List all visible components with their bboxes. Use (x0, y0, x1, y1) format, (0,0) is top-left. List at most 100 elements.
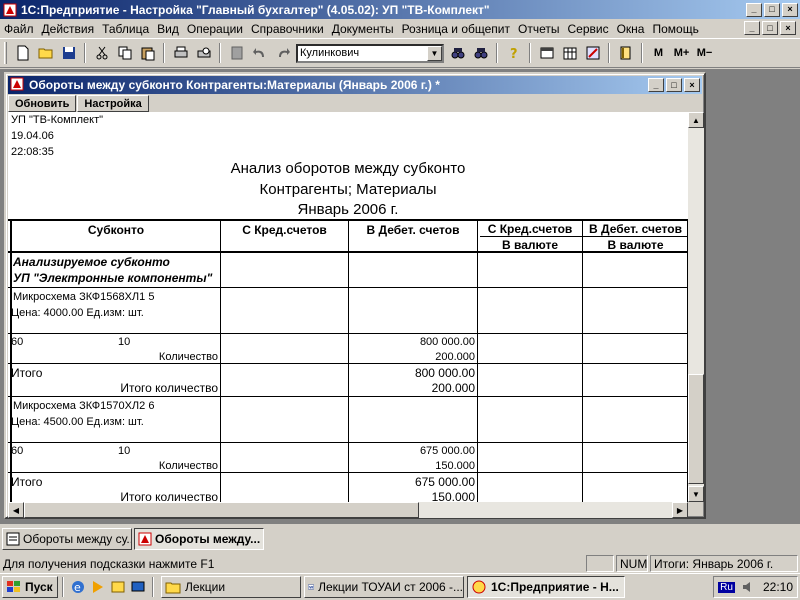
language-indicator[interactable]: Ru (718, 581, 735, 593)
menu-file[interactable]: Файл (0, 22, 38, 36)
close-button[interactable]: × (782, 2, 798, 17)
menu-bar: Файл Действия Таблица Вид Операции Справ… (0, 19, 800, 38)
report-sheet[interactable]: УП "ТВ-Комплект" 19.04.06 22:08:35 Анали… (8, 112, 688, 502)
calc-icon[interactable] (225, 42, 248, 64)
open-folder-icon[interactable] (34, 42, 57, 64)
undo-icon[interactable] (248, 42, 271, 64)
window-tab-2-label: Обороты между... (155, 532, 261, 546)
item-2-price: Цена: 4500.00 Ед.изм: шт. (11, 416, 144, 428)
new-document-icon[interactable] (11, 42, 34, 64)
report-date: 19.04.06 (11, 130, 54, 142)
scroll-down-icon[interactable]: ▼ (688, 486, 704, 502)
user-select[interactable]: Кулинкович ▼ (296, 43, 444, 63)
report-maximize-button[interactable]: □ (666, 78, 682, 92)
accounts-icon[interactable] (581, 42, 604, 64)
scroll-up-icon[interactable]: ▲ (688, 112, 704, 128)
memory-plus-button[interactable]: M+ (670, 42, 693, 64)
calculator-icon[interactable] (535, 42, 558, 64)
paste-icon[interactable] (136, 42, 159, 64)
start-button[interactable]: Пуск (2, 576, 58, 598)
copy-icon[interactable] (113, 42, 136, 64)
item-1-amount: 800 000.00 (419, 336, 475, 348)
taskbar-item-word[interactable]: W Лекции ТОУАИ ст 2006 -... (304, 576, 464, 598)
item-1-price: Цена: 4000.00 Ед.изм: шт. (11, 307, 144, 319)
col-cr-accounts: С Кред.счетов (242, 223, 327, 237)
menu-table[interactable]: Таблица (98, 22, 153, 36)
app-title: 1С:Предприятие - Настройка "Главный бухг… (21, 2, 490, 17)
menu-operations[interactable]: Операции (183, 22, 247, 36)
ie-icon[interactable]: e (68, 577, 88, 597)
report-window-title-bar: Обороты между субконто Контрагенты:Матер… (8, 76, 702, 94)
menu-actions[interactable]: Действия (38, 22, 99, 36)
menu-help[interactable]: Помощь (648, 22, 702, 36)
item-1-total-qty: 200.000 (431, 381, 475, 395)
item-2-amount: 675 000.00 (419, 445, 475, 457)
chevron-down-icon[interactable]: ▼ (427, 45, 442, 61)
item-2-total-amount: 675 000.00 (414, 475, 475, 489)
child-restore-button[interactable]: □ (762, 21, 778, 35)
item-2-name: Микросхема ЗКФ1570ХЛ2 6 (13, 400, 155, 412)
report-time: 22:08:35 (11, 146, 54, 158)
menu-references[interactable]: Справочники (247, 22, 328, 36)
media-player-icon[interactable] (88, 577, 108, 597)
menu-retail[interactable]: Розница и общепит (398, 22, 514, 36)
window-tab-1[interactable]: Обороты между су... (2, 528, 132, 550)
vertical-scroll-thumb[interactable] (688, 374, 704, 484)
taskbar-item-word-label: Лекции ТОУАИ ст 2006 -... (318, 580, 463, 594)
report-icon (10, 77, 26, 93)
item-1-total-qty-label: Итого количество (120, 381, 218, 395)
save-icon[interactable] (57, 42, 80, 64)
find-icon[interactable] (446, 42, 469, 64)
maximize-button[interactable]: □ (764, 2, 780, 17)
status-hint: Для получения подсказки нажмите F1 (3, 556, 215, 571)
print-preview-icon[interactable] (192, 42, 215, 64)
taskbar-item-1c[interactable]: 1С:Предприятие - Н... (467, 576, 625, 598)
book-icon[interactable] (614, 42, 637, 64)
report-minimize-button[interactable]: _ (648, 78, 664, 92)
window-tab-2[interactable]: Обороты между... (134, 528, 264, 550)
item-1-total-amount: 800 000.00 (414, 366, 475, 380)
memory-button[interactable]: M (647, 42, 670, 64)
item-1-qty-label: Количество (158, 351, 218, 363)
redo-icon[interactable] (271, 42, 294, 64)
minimize-button[interactable]: _ (746, 2, 762, 17)
cut-icon[interactable] (90, 42, 113, 64)
refresh-button[interactable]: Обновить (8, 95, 77, 112)
find-next-icon[interactable] (469, 42, 492, 64)
main-toolbar: Кулинкович ▼ ? M M+ M− (0, 38, 800, 68)
volume-icon[interactable] (741, 580, 755, 594)
horizontal-scrollbar[interactable]: ◀ ▶ (8, 502, 688, 518)
menu-reports[interactable]: Отчеты (514, 22, 563, 36)
report-org: УП "ТВ-Комплект" (11, 114, 104, 126)
calendar-icon[interactable] (558, 42, 581, 64)
horizontal-scroll-thumb[interactable] (24, 502, 419, 518)
report-close-button[interactable]: × (684, 78, 700, 92)
outlook-icon[interactable] (108, 577, 128, 597)
window-tab-1-label: Обороты между су... (23, 532, 132, 546)
scroll-left-icon[interactable]: ◀ (8, 502, 24, 518)
child-minimize-button[interactable]: _ (744, 21, 760, 35)
item-2-total-qty: 150.000 (431, 490, 475, 502)
report-subtitle: Контрагенты; Материалы (259, 181, 437, 198)
settings-button[interactable]: Настройка (77, 95, 149, 112)
help-icon[interactable]: ? (502, 42, 525, 64)
menu-documents[interactable]: Документы (328, 22, 398, 36)
print-icon[interactable] (169, 42, 192, 64)
col-db-accounts-cur: В Дебет. счетов (589, 222, 682, 236)
taskbar-item-lectures[interactable]: Лекции (161, 576, 301, 598)
report-window-icon (138, 532, 152, 546)
menu-service[interactable]: Сервис (563, 22, 612, 36)
menu-windows[interactable]: Окна (613, 22, 649, 36)
status-totals: Итоги: Январь 2006 г. (650, 555, 798, 572)
menu-view[interactable]: Вид (153, 22, 183, 36)
scroll-right-icon[interactable]: ▶ (672, 502, 688, 518)
report-title: Анализ оборотов между субконто (230, 160, 466, 177)
section-line-1: Анализируемое субконто (13, 255, 170, 269)
taskbar: Пуск e Лекции W Лекции ТОУАИ ст 2006 -..… (0, 573, 800, 600)
child-close-button[interactable]: × (780, 21, 796, 35)
clock: 22:10 (762, 580, 793, 594)
vertical-scrollbar[interactable]: ▲ ▼ (688, 112, 704, 502)
status-num: NUM (616, 555, 648, 572)
memory-minus-button[interactable]: M− (693, 42, 716, 64)
desktop-icon[interactable] (128, 577, 148, 597)
